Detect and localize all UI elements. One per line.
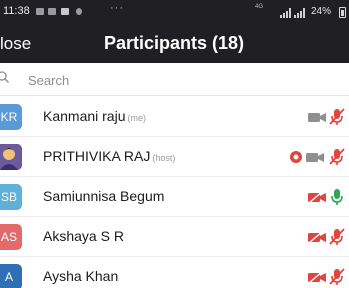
participant-status-icons [289, 268, 349, 286]
avatar: A [0, 264, 22, 288]
close-button[interactable]: lose [0, 34, 31, 54]
participant-name-wrap: Kanmani raju (me) [43, 108, 146, 124]
video-icon[interactable] [307, 108, 327, 126]
avatar: KR [0, 104, 22, 130]
avatar [0, 144, 22, 170]
participant-name: Aysha Khan [43, 268, 119, 284]
search-bar [0, 63, 349, 96]
participant-role-tag: (me) [127, 113, 147, 123]
more-notifications-icon: ··· [110, 2, 124, 14]
mic-on-icon[interactable] [329, 188, 345, 206]
video-off-icon[interactable] [307, 268, 327, 286]
participant-name: Samiunnisa Begum [43, 188, 165, 204]
mic-muted-icon[interactable] [329, 108, 345, 126]
participant-name-wrap: Aysha Khan [43, 268, 118, 284]
participant-row[interactable]: PRITHIVIKA RAJ (host) [0, 137, 349, 177]
participant-status-icons [289, 108, 349, 126]
mic-muted-icon[interactable] [329, 148, 345, 166]
mic-muted-icon[interactable] [329, 228, 345, 246]
notification-icon [61, 8, 69, 15]
page-title: Participants (18) [104, 33, 245, 53]
status-time: 11:38 [3, 5, 30, 17]
participant-row[interactable]: AS Akshaya S R [0, 217, 349, 257]
mic-muted-icon[interactable] [329, 268, 345, 286]
notification-icon [36, 8, 44, 15]
participant-role-tag: (host) [152, 153, 176, 163]
participant-name: Kanmani raju [43, 108, 126, 124]
search-input[interactable] [28, 70, 328, 90]
participant-status-icons [289, 188, 349, 206]
signal-icon [280, 8, 291, 18]
participant-row[interactable]: KR Kanmani raju (me) [0, 97, 349, 137]
participant-name: PRITHIVIKA RAJ [43, 148, 151, 164]
participant-status-icons [289, 228, 349, 246]
battery-percent: 24% [311, 6, 332, 17]
video-off-icon[interactable] [307, 188, 327, 206]
participant-name-wrap: Akshaya S R [43, 228, 124, 244]
recording-icon [290, 151, 302, 163]
participant-name-wrap: Samiunnisa Begum [43, 188, 164, 204]
video-off-icon[interactable] [307, 228, 327, 246]
network-type: 4G [255, 4, 264, 10]
status-bar: 11:38 ··· 4G 24% [0, 0, 349, 24]
notification-icon [76, 8, 82, 15]
participant-name: Akshaya S R [43, 228, 124, 244]
participant-name-wrap: PRITHIVIKA RAJ (host) [43, 148, 175, 164]
video-icon[interactable] [305, 148, 325, 166]
participant-row[interactable]: SB Samiunnisa Begum [0, 177, 349, 217]
header-bar: 11:38 ··· 4G 24% lose Participants (18) [0, 0, 349, 63]
avatar: AS [0, 224, 22, 250]
search-icon [0, 71, 9, 83]
profile-photo-icon [0, 144, 22, 170]
battery-icon [339, 7, 346, 18]
participant-row[interactable]: A Aysha Khan [0, 257, 349, 288]
signal-icon [294, 8, 305, 18]
participant-status-icons [289, 148, 349, 166]
notification-icon [48, 8, 56, 15]
avatar: SB [0, 184, 22, 210]
